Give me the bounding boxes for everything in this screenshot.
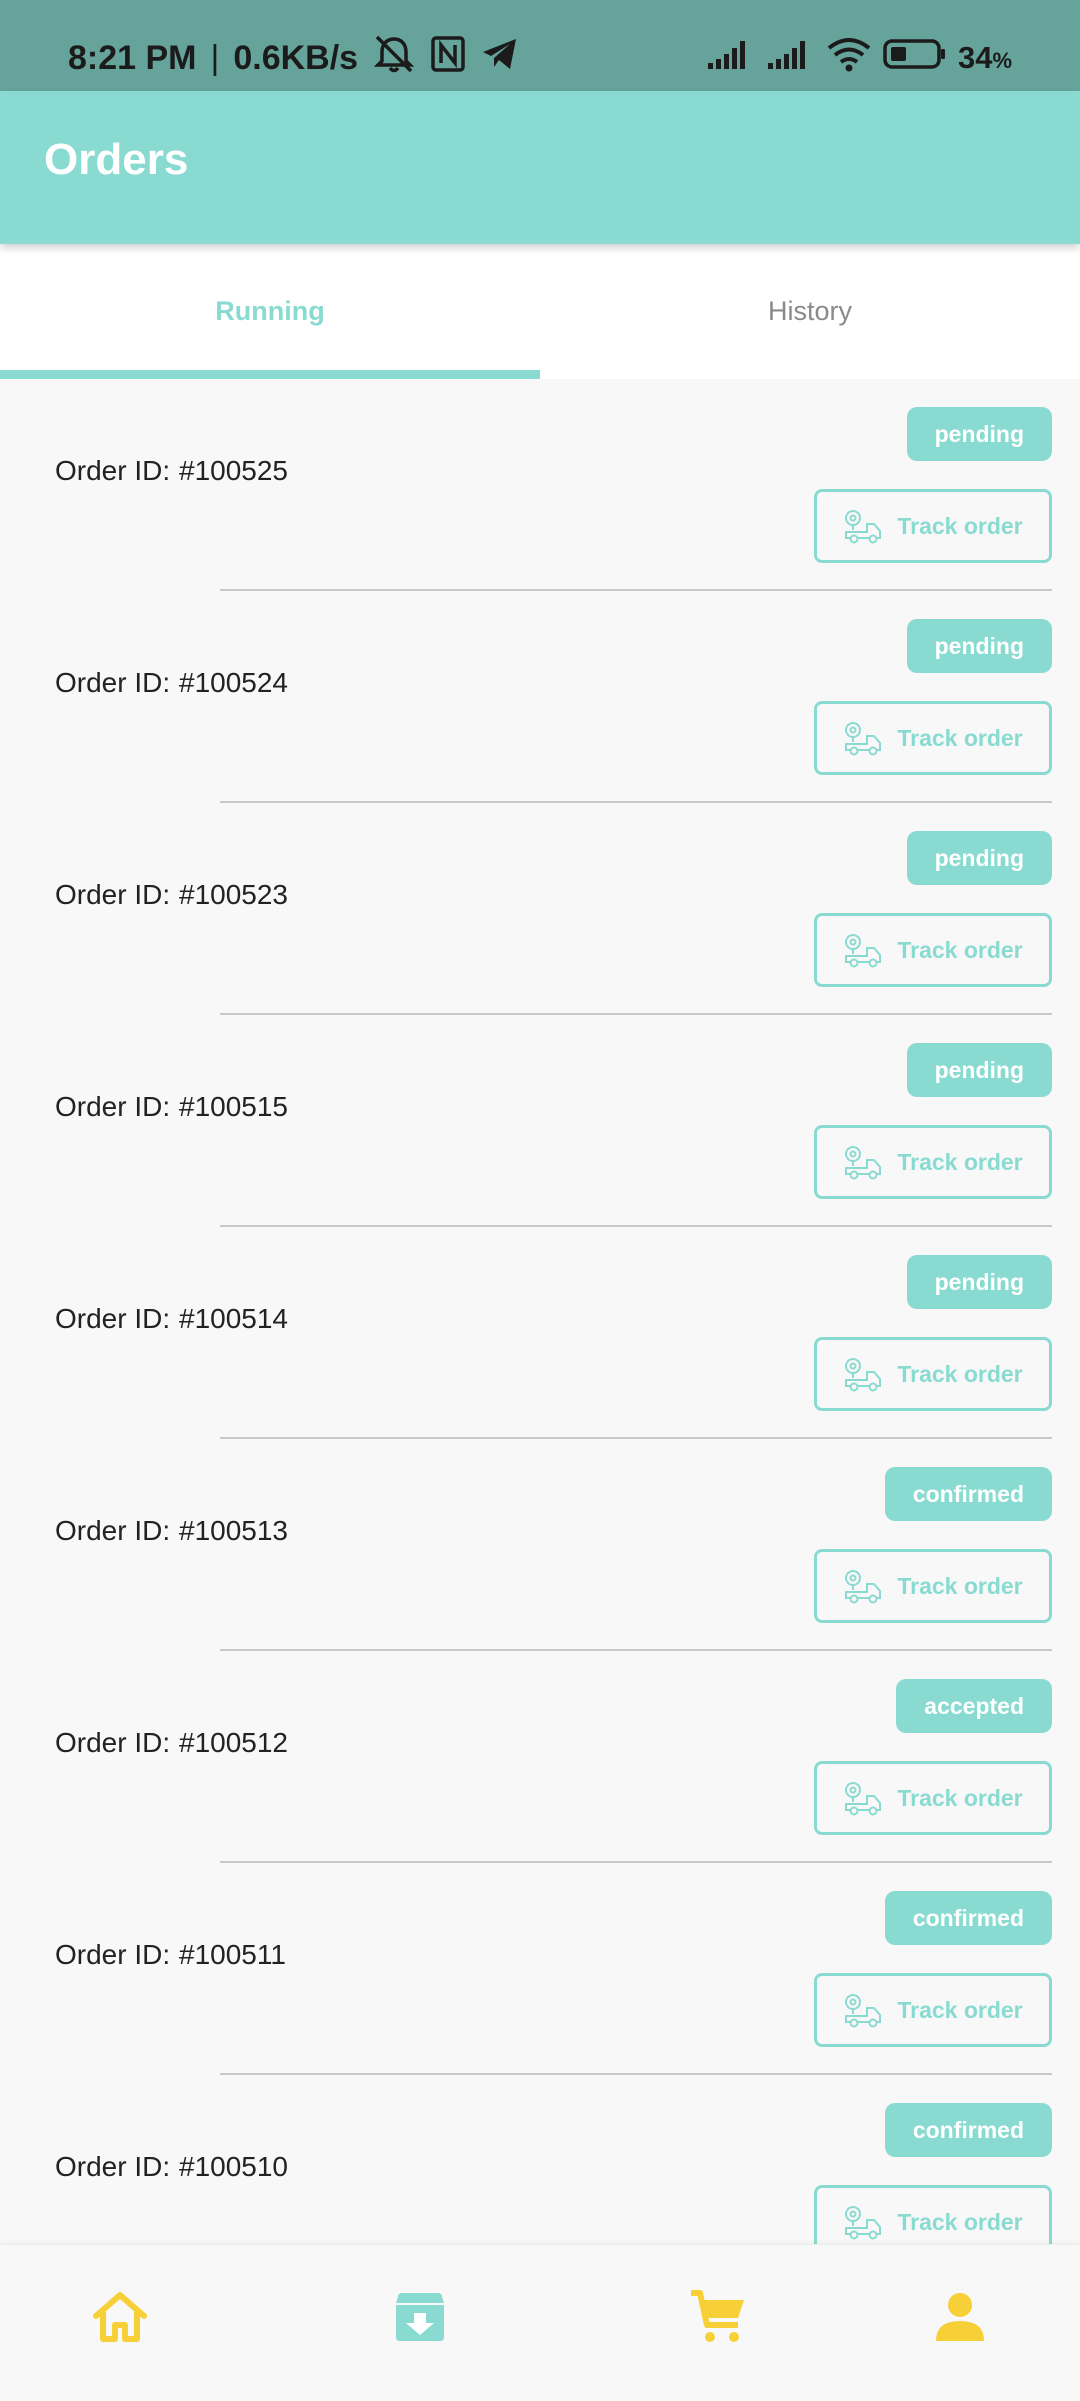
cart-icon [688,2287,748,2352]
delivery-truck-icon [843,1356,883,1392]
track-order-label: Track order [897,1996,1023,2023]
track-order-button[interactable]: Track order [814,2185,1052,2244]
telegram-icon [480,36,520,81]
order-id-label: Order ID: [55,1303,171,1334]
track-order-button[interactable]: Track order [814,1125,1052,1199]
track-order-label: Track order [897,1784,1023,1811]
order-row[interactable]: Order ID: #100510 confirmed Track order [0,2075,1080,2244]
battery-icon [882,37,948,79]
track-order-button[interactable]: Track order [814,913,1052,987]
muted-bell-icon [372,34,416,83]
status-separator: | [210,38,220,77]
order-id-label: Order ID: [55,455,171,486]
track-order-label: Track order [897,1148,1023,1175]
track-order-button[interactable]: Track order [814,1337,1052,1411]
wifi-icon [826,36,872,80]
status-badge: confirmed [884,2103,1052,2157]
order-id-label: Order ID: [55,1515,171,1546]
delivery-truck-icon [843,932,883,968]
order-row[interactable]: Order ID: #100524 pending Track order [0,591,1080,803]
nav-home[interactable] [86,2285,154,2353]
order-row[interactable]: Order ID: #100515 pending Track order [0,1015,1080,1227]
signal-icon [706,37,756,79]
order-id-value: #100514 [179,1303,289,1334]
track-order-button[interactable]: Track order [814,1973,1052,2047]
status-bar: 8:21 PM | 0.6KB/s 34% [0,0,1080,91]
track-order-button[interactable]: Track order [814,1549,1052,1623]
track-order-button[interactable]: Track order [814,701,1052,775]
status-badge: pending [906,619,1052,673]
home-icon [90,2287,150,2352]
order-row[interactable]: Order ID: #100523 pending Track order [0,803,1080,1015]
delivery-truck-icon [843,2204,883,2240]
order-id-label: Order ID: [55,1091,171,1122]
order-id-value: #100512 [179,1727,289,1758]
nfc-icon [430,35,466,82]
delivery-truck-icon [843,1780,883,1816]
nav-profile[interactable] [926,2285,994,2353]
tab-bar: Running History [0,244,1080,379]
order-id-label: Order ID: [55,1727,171,1758]
nav-orders[interactable] [386,2285,454,2353]
signal-icon [766,37,816,79]
tab-indicator [0,370,540,379]
nav-cart[interactable] [684,2285,752,2353]
order-id-value: #100510 [179,2151,289,2182]
track-order-label: Track order [897,512,1023,539]
status-badge: accepted [896,1679,1052,1733]
order-id-value: #100524 [179,667,289,698]
order-row[interactable]: Order ID: #100525 pending Track order [0,379,1080,591]
delivery-truck-icon [843,1992,883,2028]
order-id-value: #100525 [179,455,289,486]
app-bar: Orders [0,91,1080,244]
delivery-truck-icon [843,1144,883,1180]
person-icon [930,2287,990,2352]
track-order-button[interactable]: Track order [814,489,1052,563]
status-badge: pending [906,407,1052,461]
status-bar-left: 8:21 PM | 0.6KB/s [68,34,520,82]
order-row[interactable]: Order ID: #100511 confirmed Track order [0,1863,1080,2075]
status-badge: pending [906,1043,1052,1097]
tab-history[interactable]: History [540,244,1080,379]
status-network-speed: 0.6KB/s [233,38,359,77]
order-id-value: #100513 [179,1515,289,1546]
order-id-value: #100523 [179,879,289,910]
order-id-label: Order ID: [55,2151,171,2182]
track-order-label: Track order [897,724,1023,751]
order-id-label: Order ID: [55,667,171,698]
delivery-truck-icon [843,720,883,756]
status-badge: confirmed [884,1467,1052,1521]
battery-percent: 34% [957,40,1012,75]
status-bar-right: 34% [706,34,1012,82]
order-row[interactable]: Order ID: #100514 pending Track order [0,1227,1080,1439]
order-id-label: Order ID: [55,879,171,910]
archive-download-icon [390,2287,450,2352]
order-id-label: Order ID: [55,1939,171,1970]
order-id-value: #100511 [179,1939,286,1970]
orders-list[interactable]: Order ID: #100525 pending Track order Order … [0,379,1080,2244]
bottom-nav [0,2244,1080,2401]
status-badge: pending [906,1255,1052,1309]
track-order-label: Track order [897,2208,1023,2235]
status-time: 8:21 PM [68,38,197,77]
tab-running[interactable]: Running [0,244,540,379]
track-order-label: Track order [897,936,1023,963]
track-order-button[interactable]: Track order [814,1761,1052,1835]
order-row[interactable]: Order ID: #100513 confirmed Track order [0,1439,1080,1651]
status-badge: confirmed [884,1891,1052,1945]
order-id-value: #100515 [179,1091,289,1122]
delivery-truck-icon [843,1568,883,1604]
track-order-label: Track order [897,1572,1023,1599]
page-title: Orders [44,135,189,184]
track-order-label: Track order [897,1360,1023,1387]
status-badge: pending [906,831,1052,885]
delivery-truck-icon [843,508,883,544]
order-row[interactable]: Order ID: #100512 accepted Track order [0,1651,1080,1863]
